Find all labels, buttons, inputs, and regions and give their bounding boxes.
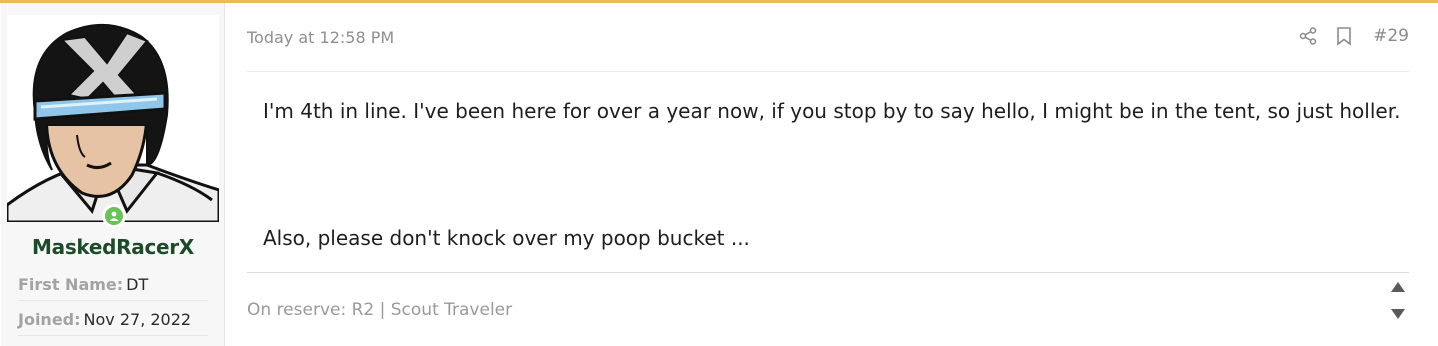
post-content-column: Today at 12:58 PM #29 I'm 4th in line. I… — [247, 3, 1409, 346]
joined-label: Joined: — [18, 309, 81, 329]
info-row-joined: Joined: Nov 27, 2022 — [18, 303, 208, 336]
joined-value: Nov 27, 2022 — [83, 309, 192, 329]
username-link[interactable]: MaskedRacerX — [1, 235, 225, 259]
first-name-label: First Name: — [18, 274, 124, 294]
bookmark-icon[interactable] — [1333, 25, 1355, 47]
info-row-first-name: First Name: DT — [18, 268, 208, 301]
post-body: I'm 4th in line. I've been here for over… — [263, 98, 1403, 250]
share-icon[interactable] — [1297, 25, 1319, 47]
first-name-value: DT — [126, 274, 149, 294]
downvote-arrow-icon[interactable] — [1390, 305, 1406, 319]
signature-divider — [247, 272, 1409, 273]
post-number-link[interactable]: #29 — [1373, 26, 1409, 46]
signature-text: On reserve: R2 | Scout Traveler — [247, 300, 513, 320]
user-info-column: MaskedRacerX First Name: DT Joined: Nov … — [1, 3, 225, 346]
header-divider — [247, 71, 1409, 72]
masked-racer-avatar[interactable] — [7, 15, 219, 222]
post-paragraph: I'm 4th in line. I've been here for over… — [263, 99, 1401, 123]
post-paragraph: Also, please don't knock over my poop bu… — [263, 226, 750, 250]
avatar-image — [7, 24, 219, 222]
post-date-link[interactable]: Today at 12:58 PM — [247, 28, 394, 47]
post-actions: #29 — [1297, 25, 1409, 47]
upvote-arrow-icon[interactable] — [1390, 278, 1406, 292]
online-status-icon — [102, 204, 126, 228]
